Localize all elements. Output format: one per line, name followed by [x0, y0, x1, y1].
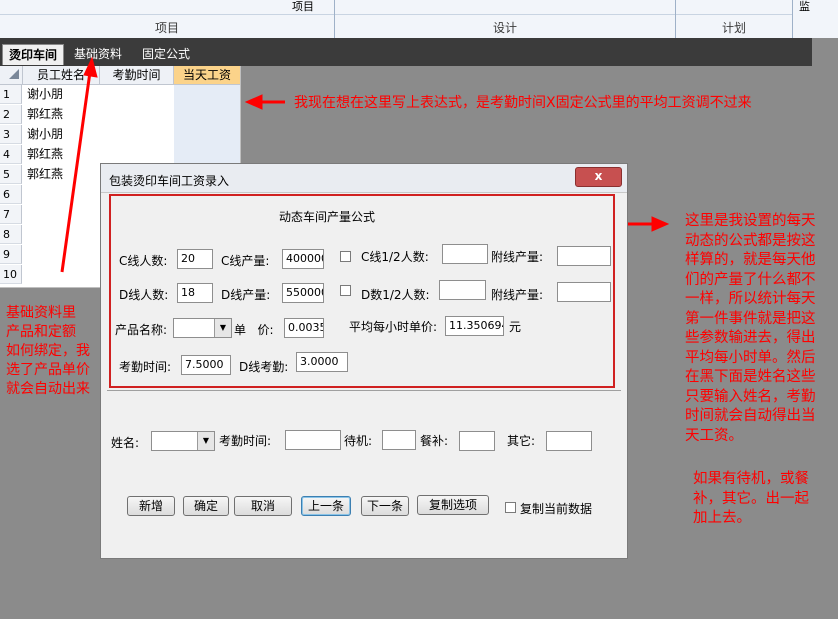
arrow-to-basic-data-line	[60, 71, 92, 273]
annotation-bottom-right-line: 补，其它。出一起	[693, 490, 809, 507]
hourly-price-label: 平均每小时单价:	[349, 320, 438, 334]
annotation-bottom-right: 如果有待机，或餐 补，其它。出一起 加上去。	[693, 470, 833, 529]
name-select[interactable]: ▼	[151, 431, 215, 451]
section-title: 动态车间产量公式	[279, 210, 376, 224]
annotation-right-line: 第一件事件就是把这	[685, 310, 816, 327]
annotation-right: 这里是我设置的每天 动态的公式都是按这 样算的，就是每天他 们的产量了什么都不 …	[685, 212, 835, 446]
annotation-right-line: 一样，所以统计每天	[685, 291, 816, 307]
d-half-input[interactable]	[439, 280, 486, 300]
c-half-input[interactable]	[442, 244, 488, 264]
annotation-right-line: 时间就会自动得出当	[685, 408, 816, 424]
currency-unit: 元	[509, 320, 522, 334]
c-output-input[interactable]: 400000	[282, 249, 324, 269]
annotation-right-line: 天工资。	[685, 427, 743, 444]
copy-options-button[interactable]: 复制选项	[417, 495, 489, 515]
copy-current-label: 复制当前数据	[520, 502, 593, 516]
d-half-label: D数1/2人数:	[361, 288, 430, 302]
annotation-top: 我现在想在这里写上表达式，是考勤时间X固定公式里的平均工资调不过来	[294, 95, 752, 111]
add-button[interactable]: 新增	[127, 496, 175, 516]
d-people-label: D线人数:	[119, 288, 169, 302]
c-half-checkbox[interactable]	[340, 251, 351, 262]
name-label: 姓名:	[111, 436, 140, 450]
arrow-to-basic-data-head	[83, 56, 98, 78]
c-extra-input[interactable]	[557, 246, 611, 266]
annotation-left-line: 基础资料里	[6, 305, 76, 321]
confirm-button[interactable]: 确定	[183, 496, 229, 516]
d-attendance-input[interactable]: 3.0000	[296, 352, 348, 372]
meal-label: 餐补:	[420, 434, 449, 448]
c-output-label: C线产量:	[221, 254, 270, 268]
annotation-right-line: 些参数输进去，得出	[685, 330, 816, 346]
dialog-title: 包装烫印车间工资录入	[109, 174, 230, 188]
standby-input[interactable]	[382, 430, 416, 450]
annotation-left-line: 就会自动出来	[6, 381, 90, 397]
price-input[interactable]: 0.0035	[284, 318, 324, 338]
annotation-right-line: 这里是我设置的每天	[685, 213, 816, 229]
d-output-label: D线产量:	[221, 288, 271, 302]
other-input[interactable]	[546, 431, 592, 451]
d-extra-input[interactable]	[557, 282, 611, 302]
copy-current-checkbox[interactable]	[505, 502, 516, 513]
annotation-right-line: 平均每小时单。然后	[685, 349, 816, 366]
meal-input[interactable]	[459, 431, 495, 451]
annotation-left-line: 选了产品单价	[6, 362, 90, 378]
annotation-right-line: 动态的公式都是按这	[685, 232, 816, 249]
attendance-input[interactable]: 7.5000	[181, 355, 231, 375]
price-label: 单 价:	[234, 323, 274, 337]
arrow-to-wage-head	[244, 94, 263, 110]
cancel-button[interactable]: 取消	[234, 496, 292, 516]
chevron-down-icon[interactable]: ▼	[197, 432, 214, 450]
c-extra-label: 附线产量:	[491, 250, 544, 264]
annotation-bottom-right-line: 如果有待机，或餐	[693, 471, 809, 487]
attendance2-input[interactable]	[285, 430, 341, 450]
c-people-input[interactable]: 20	[177, 249, 213, 269]
next-button[interactable]: 下一条	[361, 496, 409, 516]
d-output-input[interactable]: 550000	[282, 283, 324, 303]
dialog-separator	[107, 390, 621, 391]
attendance2-label: 考勤时间:	[219, 434, 272, 448]
wage-entry-dialog: 包装烫印车间工资录入 x 动态车间产量公式 C线人数: 20 C线产量: 400…	[100, 163, 628, 559]
previous-button[interactable]: 上一条	[301, 496, 351, 516]
standby-label: 待机:	[344, 434, 373, 448]
attendance-label: 考勤时间:	[119, 360, 172, 374]
d-half-checkbox[interactable]	[340, 285, 351, 296]
annotation-left: 基础资料里 产品和定额 如何绑定，我 选了产品单价 就会自动出来	[6, 304, 106, 399]
annotation-right-line: 样算的，就是每天他	[685, 252, 816, 268]
dialog-title-bar[interactable]: 包装烫印车间工资录入 x	[101, 164, 627, 193]
annotation-right-line: 们的产量了什么都不	[685, 271, 816, 288]
product-label: 产品名称:	[115, 323, 168, 337]
close-button[interactable]: x	[575, 167, 622, 187]
other-label: 其它:	[507, 434, 536, 448]
chevron-down-icon[interactable]: ▼	[214, 319, 231, 337]
d-people-input[interactable]: 18	[177, 283, 213, 303]
annotation-left-line: 如何绑定，我	[6, 343, 90, 359]
formula-section: 动态车间产量公式 C线人数: 20 C线产量: 400000 C线1/2人数: …	[109, 194, 615, 388]
c-people-label: C线人数:	[119, 254, 168, 268]
d-attendance-label: D线考勤:	[239, 360, 289, 374]
annotation-bottom-right-line: 加上去。	[693, 510, 751, 526]
hourly-price-input[interactable]: 11.350694	[445, 316, 504, 336]
d-extra-label: 附线产量:	[491, 288, 544, 302]
arrow-to-formula-head	[651, 216, 670, 232]
annotation-left-line: 产品和定额	[6, 324, 76, 340]
annotation-right-line: 在黑下面是姓名这些	[685, 369, 816, 385]
c-half-label: C线1/2人数:	[361, 250, 429, 264]
annotation-right-line: 只要输入姓名，考勤	[685, 388, 816, 405]
product-select[interactable]: ▼	[173, 318, 232, 338]
